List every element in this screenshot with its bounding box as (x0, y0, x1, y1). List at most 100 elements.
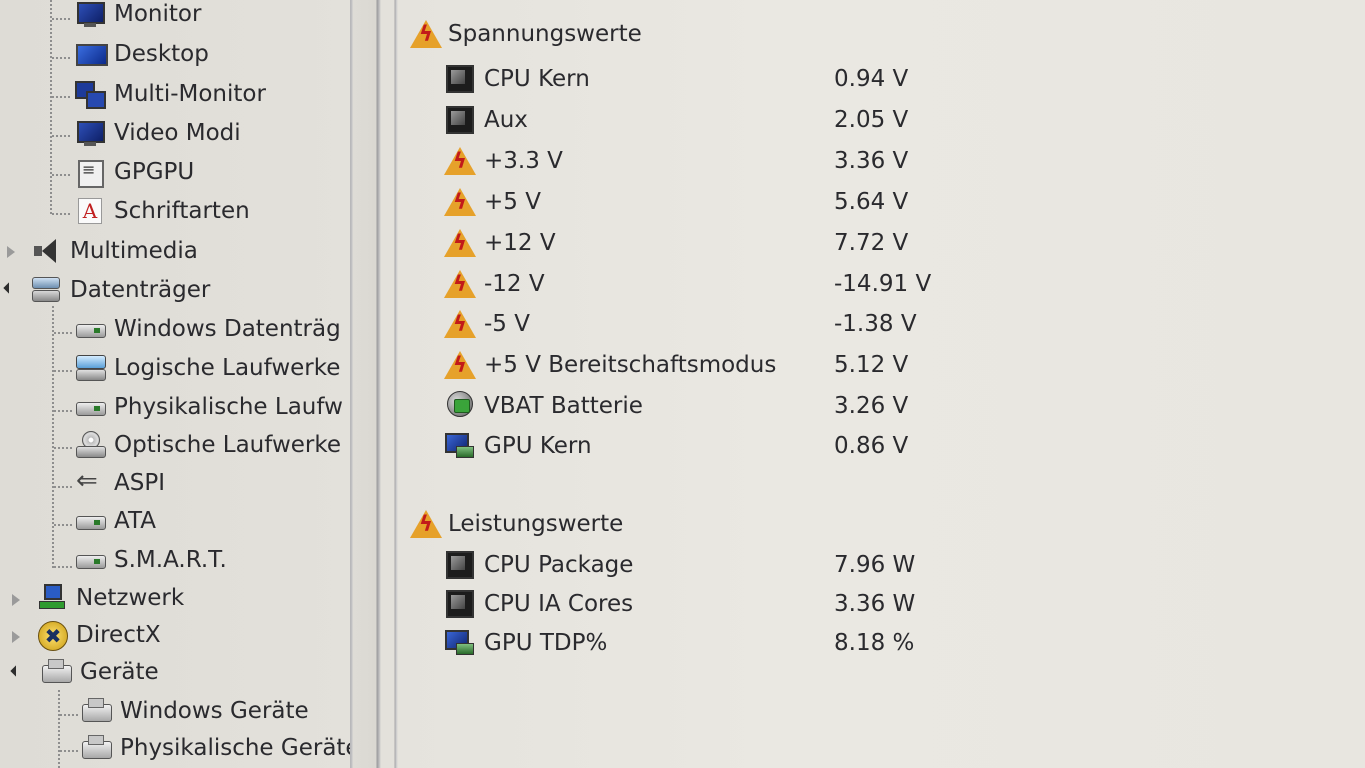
sensor-row[interactable]: GPU Kern 0.86 V (444, 427, 1004, 465)
sensor-value: 7.96 W (834, 552, 916, 578)
section-title: Leistungswerte (448, 511, 624, 537)
desktop-icon (74, 39, 108, 69)
tree-item-label: Multimedia (70, 238, 198, 264)
aspi-icon (74, 466, 106, 498)
sensor-row[interactable]: -5 V -1.38 V (444, 305, 1004, 343)
video-modes-icon (74, 118, 106, 148)
multi-monitor-icon (74, 79, 106, 109)
sensor-value: 5.12 V (834, 352, 909, 378)
sensor-label: -5 V (484, 311, 530, 337)
tree-item-aspi[interactable]: ASPI (74, 465, 165, 501)
tree-item-windows-geraete[interactable]: Windows Geräte (80, 693, 309, 729)
tree-item-geraete[interactable]: Geräte (40, 654, 159, 690)
warning-icon (444, 227, 476, 259)
tree-connector (52, 174, 70, 176)
tree-item-physikalische-geraete[interactable]: Physikalische Geräte (80, 730, 350, 766)
tree-item-label: Multi-Monitor (114, 81, 266, 107)
sensor-label: -12 V (484, 271, 545, 297)
sensor-row[interactable]: GPU TDP% 8.18 % (444, 624, 1004, 662)
warning-icon (444, 349, 476, 381)
tree-connector (52, 57, 70, 59)
sensor-row[interactable]: CPU IA Cores 3.36 W (444, 585, 1004, 623)
tree-item-ata[interactable]: ATA (74, 503, 156, 539)
devices-icon (40, 657, 72, 687)
sensor-label: CPU Package (484, 552, 634, 578)
tree-item-netzwerk[interactable]: Netzwerk (36, 580, 184, 616)
section-header-leistungswerte[interactable]: Leistungswerte (410, 506, 623, 542)
tree-item-label: Windows Datenträg (114, 316, 341, 342)
tree-item-label: Desktop (114, 41, 209, 67)
tree-connector (54, 524, 72, 526)
tree-item-logische-laufwerke[interactable]: Logische Laufwerke (74, 350, 340, 386)
expand-netzwerk-toggle[interactable] (12, 594, 20, 606)
sensor-value: 8.18 % (834, 630, 915, 656)
directx-icon (36, 620, 68, 651)
tree-item-smart[interactable]: S.M.A.R.T. (74, 542, 227, 578)
sensor-value: -1.38 V (834, 311, 917, 337)
sensor-row[interactable]: +3.3 V 3.36 V (444, 142, 1004, 180)
sensor-row[interactable]: +5 V Bereitschaftsmodus 5.12 V (444, 346, 1004, 384)
hard-drive-icon (74, 506, 106, 536)
devices-icon (80, 696, 112, 726)
tree-item-desktop[interactable]: Desktop (74, 36, 209, 72)
tree-item-monitor[interactable]: Monitor (74, 0, 201, 32)
sensor-value: 7.72 V (834, 230, 909, 256)
tree-item-label: Monitor (114, 1, 202, 27)
tree-item-datentraeger[interactable]: Datenträger (30, 272, 210, 308)
tree-item-label: Netzwerk (76, 585, 185, 611)
pane-splitter-handle[interactable] (375, 0, 383, 768)
fonts-icon (74, 196, 106, 226)
tree-item-label: Schriftarten (114, 198, 250, 224)
tree-item-label: Video Modi (114, 120, 241, 146)
tree-connector (50, 0, 52, 214)
sensor-row[interactable]: VBAT Batterie 3.26 V (444, 387, 1004, 425)
tree-item-label: DirectX (76, 622, 161, 648)
collapse-datentraeger-toggle[interactable] (3, 282, 15, 294)
sensor-value: 0.86 V (834, 433, 909, 459)
tree-item-multi-monitor[interactable]: Multi-Monitor (74, 76, 266, 112)
sensor-row[interactable]: +5 V 5.64 V (444, 183, 1004, 221)
tree-item-windows-datentraeger[interactable]: Windows Datenträg (74, 311, 341, 347)
sensor-value: 5.64 V (834, 189, 909, 215)
tree-item-directx[interactable]: DirectX (36, 617, 161, 653)
sensor-row[interactable]: CPU Package 7.96 W (444, 546, 1004, 584)
navigation-tree[interactable]: Monitor Desktop Multi-Monitor Video Modi… (0, 0, 350, 768)
tree-connector (52, 135, 70, 137)
sensor-panel: Spannungswerte CPU Kern 0.94 V Aux 2.05 … (398, 0, 1365, 768)
tree-item-schriftarten[interactable]: Schriftarten (74, 193, 250, 229)
collapse-geraete-toggle[interactable] (10, 665, 22, 677)
sensor-row[interactable]: Aux 2.05 V (444, 101, 1004, 139)
section-header-spannungswerte[interactable]: Spannungswerte (410, 16, 642, 52)
tree-item-multimedia[interactable]: Multimedia (30, 233, 198, 269)
sensor-label: CPU Kern (484, 66, 590, 92)
sensor-row[interactable]: +12 V 7.72 V (444, 224, 1004, 262)
expand-multimedia-toggle[interactable] (7, 246, 15, 258)
sensor-label: CPU IA Cores (484, 591, 634, 617)
tree-connector (52, 213, 70, 215)
tree-item-optische-laufwerke[interactable]: Optische Laufwerke (74, 427, 341, 463)
sensor-value: 3.36 W (834, 591, 916, 617)
devices-icon (80, 733, 112, 763)
tree-item-label: Physikalische Laufw (114, 394, 343, 420)
sensor-label: +5 V Bereitschaftsmodus (484, 352, 777, 378)
warning-icon (444, 145, 476, 177)
sensor-label: GPU Kern (484, 433, 592, 459)
sensor-value: 0.94 V (834, 66, 909, 92)
logical-drives-icon (74, 353, 106, 383)
tree-connector (52, 306, 54, 568)
tree-item-physikalische-laufwerke[interactable]: Physikalische Laufw (74, 389, 343, 425)
cpu-chip-icon (444, 588, 476, 620)
tree-item-gpgpu[interactable]: GPGPU (74, 154, 194, 190)
tree-item-video-modi[interactable]: Video Modi (74, 115, 241, 151)
warning-icon (444, 186, 476, 218)
tree-item-label: Windows Geräte (120, 698, 309, 724)
gpu-icon (444, 430, 476, 462)
expand-directx-toggle[interactable] (12, 631, 20, 643)
gpgpu-icon (74, 157, 106, 188)
warning-icon (410, 18, 442, 50)
tree-item-label: Logische Laufwerke (114, 355, 341, 381)
sensor-row[interactable]: CPU Kern 0.94 V (444, 60, 1004, 98)
tree-item-label: S.M.A.R.T. (114, 547, 227, 573)
sensor-row[interactable]: -12 V -14.91 V (444, 265, 1004, 303)
cpu-chip-icon (444, 63, 476, 95)
